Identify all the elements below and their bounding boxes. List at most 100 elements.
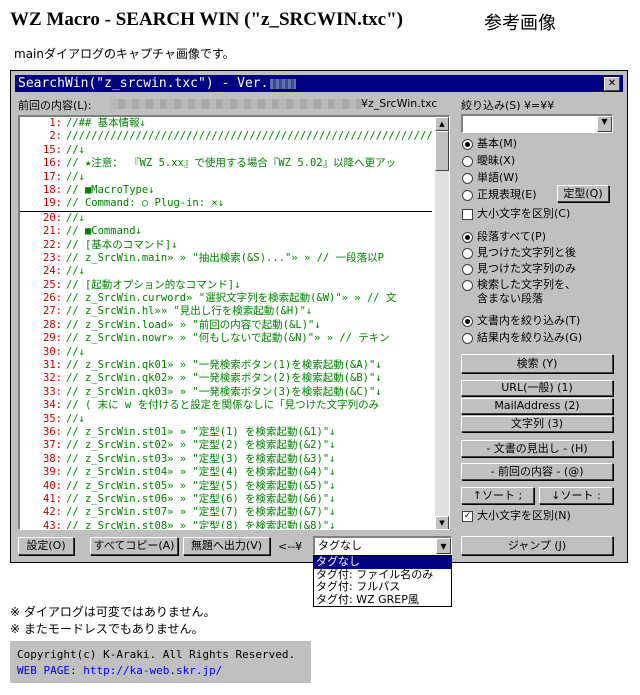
code-line[interactable]: 23: // z_SrcWin.main» » "抽出検索(&S)..."» » … [20,252,432,265]
code-line[interactable]: 19: // Command: ○ Plug-in: ×↓ [20,197,432,212]
arrow-label: <--¥ [278,540,303,553]
chevron-down-icon[interactable]: ▼ [436,538,451,554]
code-line[interactable]: 35: //↓ [20,413,432,426]
radio-label: 曖昧(X) [477,154,516,167]
scroll-up-icon[interactable]: ▲ [435,117,449,131]
tag-option[interactable]: タグ付: WZ GREP風 [314,593,451,607]
code-line[interactable]: 29: // z_SrcWin.nowr» » "何もしないで起動(&N)"» »… [20,332,432,345]
search-button[interactable]: 検索 (Y) [461,354,613,373]
code-line[interactable]: 18: // ■MacroType↓ [20,184,432,197]
code-line[interactable]: 27: // z_SrcWin.hl»» "見出し行を検索起動(&H)"↓ [20,305,432,318]
code-line[interactable]: 34: // ( 末に w を付けると設定を関係なしに「見つけた文字列のみ [20,399,432,412]
teikei-button[interactable]: 定型(Q) [557,185,609,202]
line-text: // z_SrcWin.st05» » "定型(5) を検索起動(&5)"↓ [66,479,336,492]
chevron-down-icon[interactable]: ▼ [597,116,612,132]
code-line[interactable]: 20: //↓ [20,212,432,225]
line-number: 28: [43,318,62,331]
line-number: 21: [43,225,62,238]
line-text: // ■Command↓ [66,225,142,238]
code-line[interactable]: 16: // ★注意： 『WZ 5.xx』で使用する場合『WZ 5.02』以降へ更… [20,157,432,170]
web-page-link[interactable]: http://ka-web.skr.jp/ [83,664,222,677]
radio-icon [462,332,473,344]
line-text: // z_SrcWin.hl»» "見出し行を検索起動(&H)"↓ [66,305,313,318]
code-line[interactable]: 33: // z_SrcWin.qk03» » "一発検索ボタン(3)を検索起動(… [20,386,432,399]
radio-icon [462,189,473,201]
radio-basic[interactable]: 基本(M) [462,137,537,154]
code-line[interactable]: 36: // z_SrcWin.st01» » "定型(1) を検索起動(&1)"… [20,426,432,439]
code-line[interactable]: 22: // [基本のコマンド]↓ [20,239,432,252]
code-line[interactable]: 31: // z_SrcWin.qk01» » "一発検索ボタン(1)を検索起動(… [20,359,432,372]
radio-exclude[interactable]: 検索した文字列を、 [462,278,576,292]
code-line[interactable]: 28: // z_SrcWin.load» » "前回の内容で起動(&L)"↓ [20,319,432,332]
settings-button[interactable]: 設定(O) [18,537,74,555]
code-line[interactable]: 38: // z_SrcWin.st03» » "定型(3) を検索起動(&3)"… [20,453,432,466]
scroll-thumb[interactable] [435,131,449,171]
match-mode-group: 基本(M) 曖昧(X) 単語(W) 正規表現(E) [462,137,537,205]
radio-regex[interactable]: 正規表現(E) [462,188,537,205]
line-number: 30: [43,345,62,358]
radio-all-paragraph[interactable]: 段落すべて(P) [462,230,576,246]
code-line[interactable]: 24: //↓ [20,265,432,278]
dialog-titlebar[interactable]: SearchWin("z_srcwin.txc") - Ver. ✕ [15,75,623,92]
line-number: 22: [43,238,62,251]
code-editor[interactable]: 1: //## 基本情報↓ 2: //////////////////////////… [18,115,450,530]
code-line[interactable]: 30: //↓ [20,346,432,359]
radio-found-and-after[interactable]: 見つけた文字列と後 [462,246,576,262]
line-number: 34: [43,399,62,412]
close-icon[interactable]: ✕ [604,77,620,91]
case-check-top[interactable]: 大小文字を区別(C) [462,207,570,221]
radio-in-document[interactable]: 文書内を絞り込み(T) [462,314,582,331]
editor-scrollbar[interactable]: ▲ ▼ [435,117,449,529]
radio-label: 段落すべて(P) [477,230,547,243]
prev-content-button[interactable]: - 前回の内容 - (@) [461,463,613,480]
tag-option[interactable]: タグ付: フルパス [314,580,451,594]
line-text: // ★注意： 『WZ 5.xx』で使用する場合『WZ 5.02』以降へ更アッ [66,157,397,170]
code-line[interactable]: 21: // ■Command↓ [20,225,432,238]
code-line[interactable]: 15: //↓ [20,144,432,157]
code-line[interactable]: 39: // z_SrcWin.st04» » "定型(4) を検索起動(&4)"… [20,466,432,479]
web-page-label: WEB PAGE: [17,664,84,677]
code-line[interactable]: 2: //////////////////////////////////////… [20,130,432,143]
line-text: //## 基本情報↓ [66,117,146,129]
line-text: // [基本のコマンド]↓ [66,238,178,251]
case-check-bottom[interactable]: ✓ 大小文字を区別(N) [462,509,571,523]
scroll-down-icon[interactable]: ▼ [435,516,449,529]
radio-icon [462,315,473,327]
output-untitled-button[interactable]: 無題へ出力(V) [183,537,270,555]
sort-asc-button[interactable]: ↑ソート ; [461,487,534,504]
line-number: 15: [43,143,62,156]
radio-label: 結果内を絞り込み(G) [477,331,583,344]
code-line[interactable]: 41: // z_SrcWin.st06» » "定型(6) を検索起動(&6)"… [20,493,432,506]
string-button[interactable]: 文字列 (3) [461,416,613,432]
filter-combo[interactable]: ▼ [461,114,613,133]
jump-button[interactable]: ジャンプ (J) [461,536,613,555]
code-line[interactable]: 17: //↓ [20,171,432,184]
code-line[interactable]: 40: // z_SrcWin.st05» » "定型(5) を検索起動(&5)"… [20,480,432,493]
line-text: // z_SrcWin.st02» » "定型(2) を検索起動(&2)"↓ [66,439,336,452]
url-button[interactable]: URL(一般) (1) [461,380,613,396]
line-text: // z_SrcWin.main» » "抽出検索(&S)..."» » // … [66,251,384,264]
code-line[interactable]: 1: //## 基本情報↓ [20,117,432,130]
heading-button[interactable]: - 文書の見出し - (H) [461,440,613,457]
code-line[interactable]: 42: // z_SrcWin.st07» » "定型(7) を検索起動(&7)"… [20,506,432,519]
mail-address-button[interactable]: MailAddress (2) [461,398,613,414]
radio-in-results[interactable]: 結果内を絞り込み(G) [462,331,582,348]
code-line[interactable]: 43: // z_SrcWin.st08» » "定型(8) を検索起動(&8)"… [20,520,432,529]
code-line[interactable]: 26: // z_SrcWin.curword» "選択文字列を検索起動(&W)"… [20,292,432,305]
line-number: 25: [43,278,62,291]
code-line[interactable]: 32: // z_SrcWin.qk02» » "一発検索ボタン(2)を検索起動(… [20,372,432,385]
code-line[interactable]: 25: // [起動オプション的なコマンド]↓ [20,279,432,292]
radio-label: 基本(M) [477,137,518,150]
tag-option[interactable]: タグなし [314,555,451,569]
line-number: 23: [43,251,62,264]
code-line[interactable]: 37: // z_SrcWin.st02» » "定型(2) を検索起動(&2)"… [20,439,432,452]
copy-all-button[interactable]: すべてコピー(A) [90,537,178,555]
radio-found-only[interactable]: 見つけた文字列のみ [462,262,576,278]
line-text: //↓ [66,143,85,156]
radio-fuzzy[interactable]: 曖昧(X) [462,154,537,171]
sort-desc-button[interactable]: ↓ソート : [539,487,613,504]
filter-label: 絞り込み(S) ¥=¥¥ [461,99,555,112]
radio-word[interactable]: 単語(W) [462,171,537,188]
reference-image-title: 参考画像 [484,13,556,34]
tag-select[interactable]: タグなし ▼ [313,536,452,555]
